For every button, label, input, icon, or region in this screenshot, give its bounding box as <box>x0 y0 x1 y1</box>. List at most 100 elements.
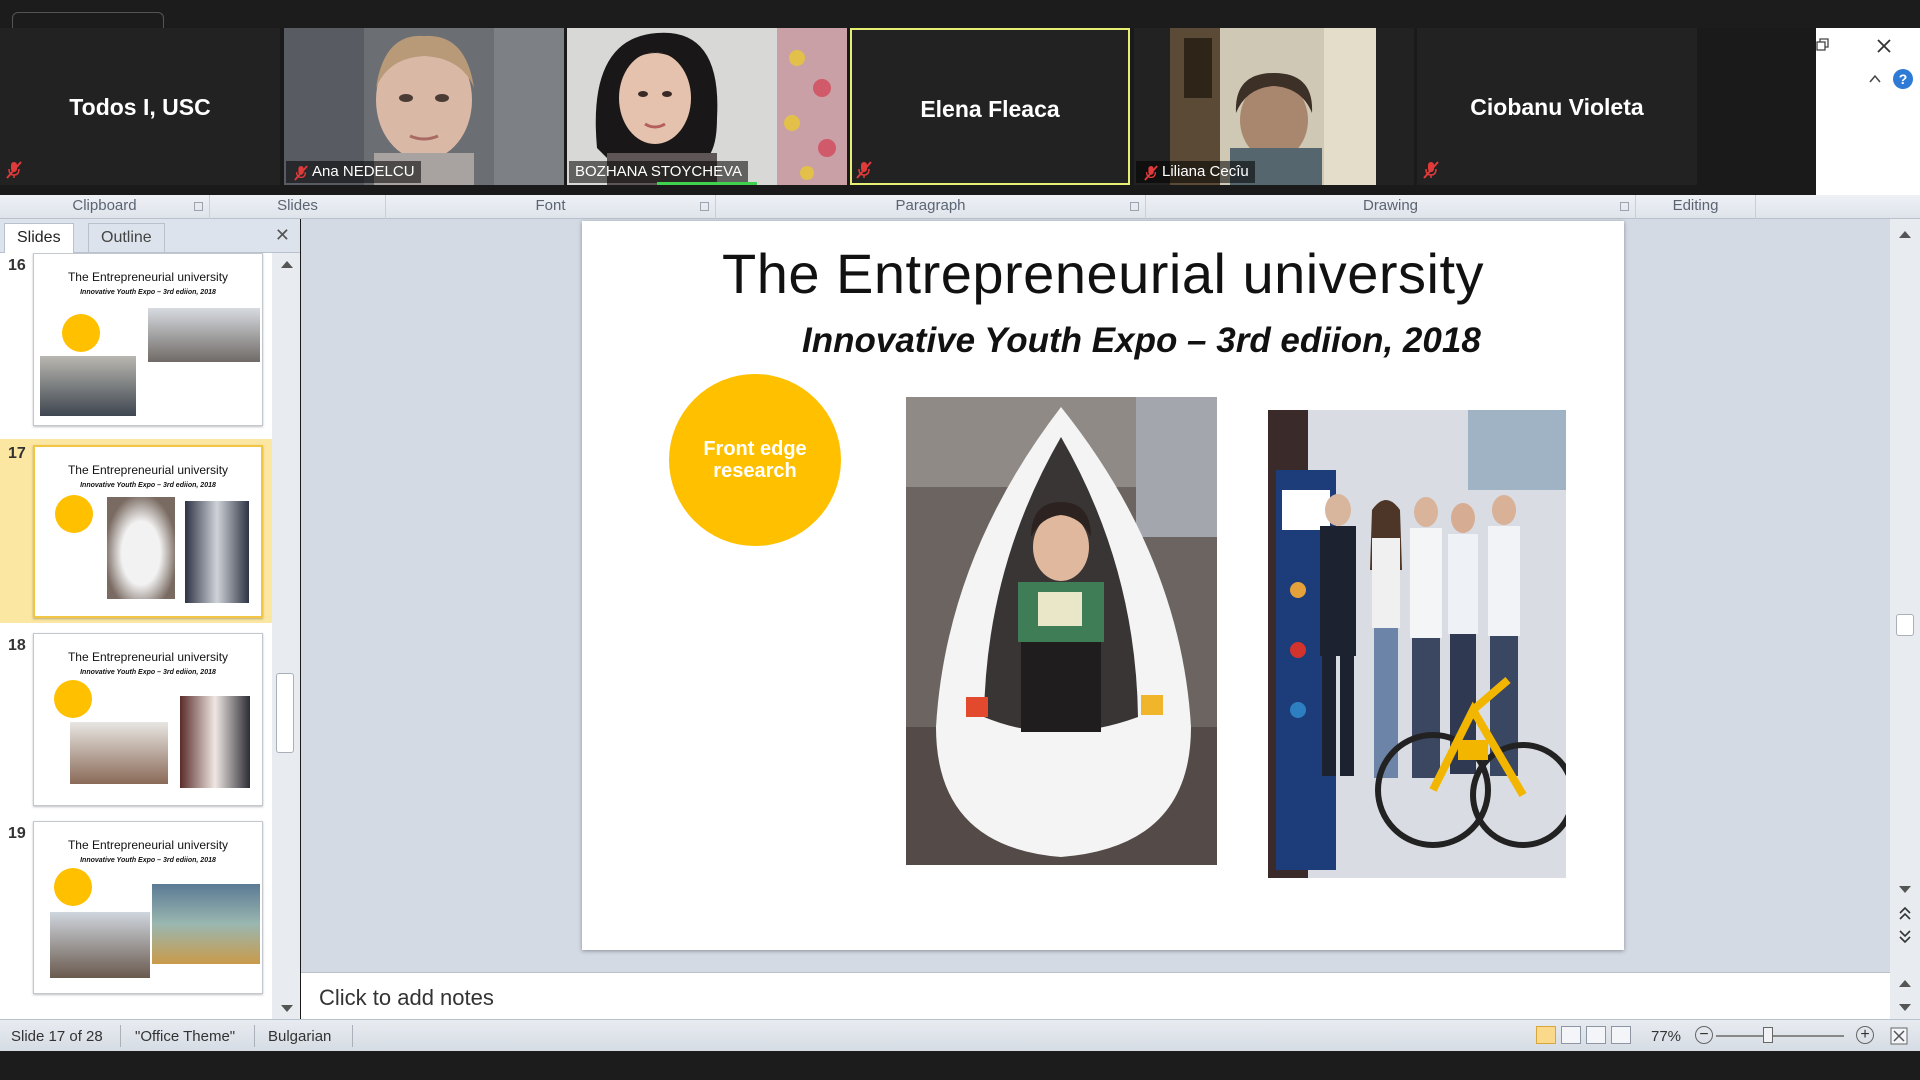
thumbnail-photo <box>148 308 260 362</box>
scroll-down-icon[interactable] <box>1899 1004 1911 1011</box>
zoom-slider-knob[interactable] <box>1763 1027 1773 1043</box>
normal-view-icon[interactable] <box>1536 1026 1556 1044</box>
previous-slide-icon[interactable] <box>1899 907 1911 921</box>
scroll-up-icon[interactable] <box>281 261 293 268</box>
thumbnail-photo <box>40 356 136 416</box>
svg-text:?: ? <box>1899 71 1908 87</box>
slide-thumbnail-image: The Entrepreneurial university Innovativ… <box>33 445 263 618</box>
window-tab[interactable] <box>12 12 164 28</box>
pane-tabs: Slides Outline ✕ <box>0 219 300 253</box>
slide-count: Slide 17 of 28 <box>11 1028 103 1045</box>
notes-placeholder[interactable]: Click to add notes <box>319 985 494 1011</box>
slide-subtitle[interactable]: Innovative Youth Expo – 3rd ediion, 2018 <box>802 321 1481 361</box>
minimize-ribbon-icon[interactable] <box>1868 72 1882 84</box>
help-icon[interactable]: ? <box>1892 68 1914 90</box>
slide-title[interactable]: The Entrepreneurial university <box>582 241 1624 306</box>
slide-thumbnail-18[interactable]: 18 The Entrepreneurial university Innova… <box>0 631 272 811</box>
muted-mic-icon <box>1144 165 1158 181</box>
ribbon-group-editing: Editing <box>1636 195 1756 219</box>
close-icon[interactable] <box>1876 38 1892 54</box>
muted-mic-icon <box>294 165 308 181</box>
reading-view-icon[interactable] <box>1586 1026 1606 1044</box>
scrollbar-thumb[interactable] <box>1896 614 1914 636</box>
zoom-top-bar <box>0 0 1920 28</box>
speaking-indicator <box>657 182 757 185</box>
participant-tile-ciobanu[interactable]: Ciobanu Violeta <box>1417 28 1697 185</box>
zoom-in-icon[interactable]: + <box>1856 1026 1874 1044</box>
slideshow-view-icon[interactable] <box>1611 1026 1631 1044</box>
muted-mic-icon <box>856 161 872 179</box>
close-pane-icon[interactable]: ✕ <box>275 225 290 246</box>
dialog-launcher-icon[interactable] <box>194 202 203 211</box>
zoom-slider[interactable] <box>1716 1035 1844 1037</box>
next-slide-icon[interactable] <box>1899 929 1911 943</box>
participant-label: Liliana Cecîu <box>1136 161 1255 183</box>
fit-to-window-icon[interactable] <box>1889 1026 1909 1046</box>
ribbon-group-drawing: Drawing <box>1146 195 1636 219</box>
taskbar-strip <box>0 1051 1920 1080</box>
participant-tile-bozhana[interactable]: BOZHANA STOYCHEVA <box>567 28 847 185</box>
thumbnail-photo <box>180 696 250 788</box>
current-slide[interactable]: The Entrepreneurial university Innovativ… <box>582 221 1624 950</box>
front-edge-circle[interactable]: Front edge research <box>669 374 841 546</box>
thumbnail-circle <box>54 680 92 718</box>
participant-name: Ciobanu Violeta <box>1470 94 1644 120</box>
participant-name: BOZHANA STOYCHEVA <box>575 163 742 180</box>
notes-scrollbar[interactable] <box>1890 972 1920 1019</box>
slides-pane-scrollbar[interactable] <box>272 253 300 1019</box>
scrollbar-thumb[interactable] <box>276 673 294 753</box>
status-separator <box>254 1025 255 1047</box>
status-bar: Slide 17 of 28 "Office Theme" Bulgarian … <box>0 1019 1920 1051</box>
slide-sorter-view-icon[interactable] <box>1561 1026 1581 1044</box>
scroll-up-icon[interactable] <box>1899 231 1911 238</box>
vehicle-photo[interactable] <box>906 397 1217 865</box>
slide-thumbnail-image: The Entrepreneurial university Innovativ… <box>33 821 263 994</box>
participant-tile-ana[interactable]: Ana NEDELCU <box>284 28 564 185</box>
zoom-participant-strip: Todos I, USC Ana NEDELCU BOZHANA STOYCHE… <box>0 28 1816 195</box>
thumbnail-photo <box>185 501 249 603</box>
slide-thumbnail-19[interactable]: 19 The Entrepreneurial university Innova… <box>0 819 272 999</box>
participant-tile-todos[interactable]: Todos I, USC <box>0 28 280 185</box>
scroll-down-icon[interactable] <box>281 1005 293 1012</box>
muted-mic-icon <box>1423 161 1439 179</box>
participant-label: Ana NEDELCU <box>286 161 421 183</box>
ribbon-group-slides: Slides <box>210 195 386 219</box>
thumbnail-circle <box>55 495 93 533</box>
thumbnail-photo <box>107 497 175 599</box>
tab-outline[interactable]: Outline <box>88 223 165 253</box>
participant-name: Todos I, USC <box>69 94 211 120</box>
slide-scrollbar[interactable] <box>1890 219 1920 972</box>
thumbnail-photo <box>50 912 150 978</box>
participant-name: Liliana Cecîu <box>1162 163 1249 180</box>
participant-tile-elena[interactable]: Elena Fleaca <box>850 28 1130 185</box>
slide-thumbnail-image: The Entrepreneurial university Innovativ… <box>33 633 263 806</box>
language-indicator[interactable]: Bulgarian <box>268 1028 331 1045</box>
dialog-launcher-icon[interactable] <box>700 202 709 211</box>
dialog-launcher-icon[interactable] <box>1130 202 1139 211</box>
scroll-down-icon[interactable] <box>1899 886 1911 893</box>
slide-thumbnail-17[interactable]: 17 The Entrepreneurial university Innova… <box>0 439 272 623</box>
status-separator <box>352 1025 353 1047</box>
ribbon-group-paragraph: Paragraph <box>716 195 1146 219</box>
slides-pane: Slides Outline ✕ 16 The Entrepreneurial … <box>0 219 300 1019</box>
notes-pane[interactable]: Click to add notes <box>301 972 1890 1019</box>
thumbnail-photo <box>70 722 168 784</box>
ribbon-group-font: Font <box>386 195 716 219</box>
zoom-out-icon[interactable]: − <box>1695 1026 1713 1044</box>
slide-thumbnail-16[interactable]: 16 The Entrepreneurial university Innova… <box>0 253 272 431</box>
participant-name: Ana NEDELCU <box>312 163 415 180</box>
slide-thumbnails: 16 The Entrepreneurial university Innova… <box>0 253 272 1019</box>
tab-slides[interactable]: Slides <box>4 223 74 253</box>
scroll-up-icon[interactable] <box>1899 980 1911 987</box>
thumbnail-circle <box>54 868 92 906</box>
theme-name[interactable]: "Office Theme" <box>135 1028 235 1045</box>
participant-name: Elena Fleaca <box>920 96 1060 122</box>
zoom-level[interactable]: 77% <box>1651 1028 1681 1045</box>
participant-tile-liliana[interactable]: Liliana Cecîu <box>1134 28 1414 185</box>
restore-icon[interactable] <box>1816 38 1830 52</box>
dialog-launcher-icon[interactable] <box>1620 202 1629 211</box>
status-separator <box>120 1025 121 1047</box>
window-controls: ? <box>1816 28 1920 195</box>
participant-label: BOZHANA STOYCHEVA <box>569 161 748 183</box>
group-photo[interactable] <box>1268 410 1566 878</box>
